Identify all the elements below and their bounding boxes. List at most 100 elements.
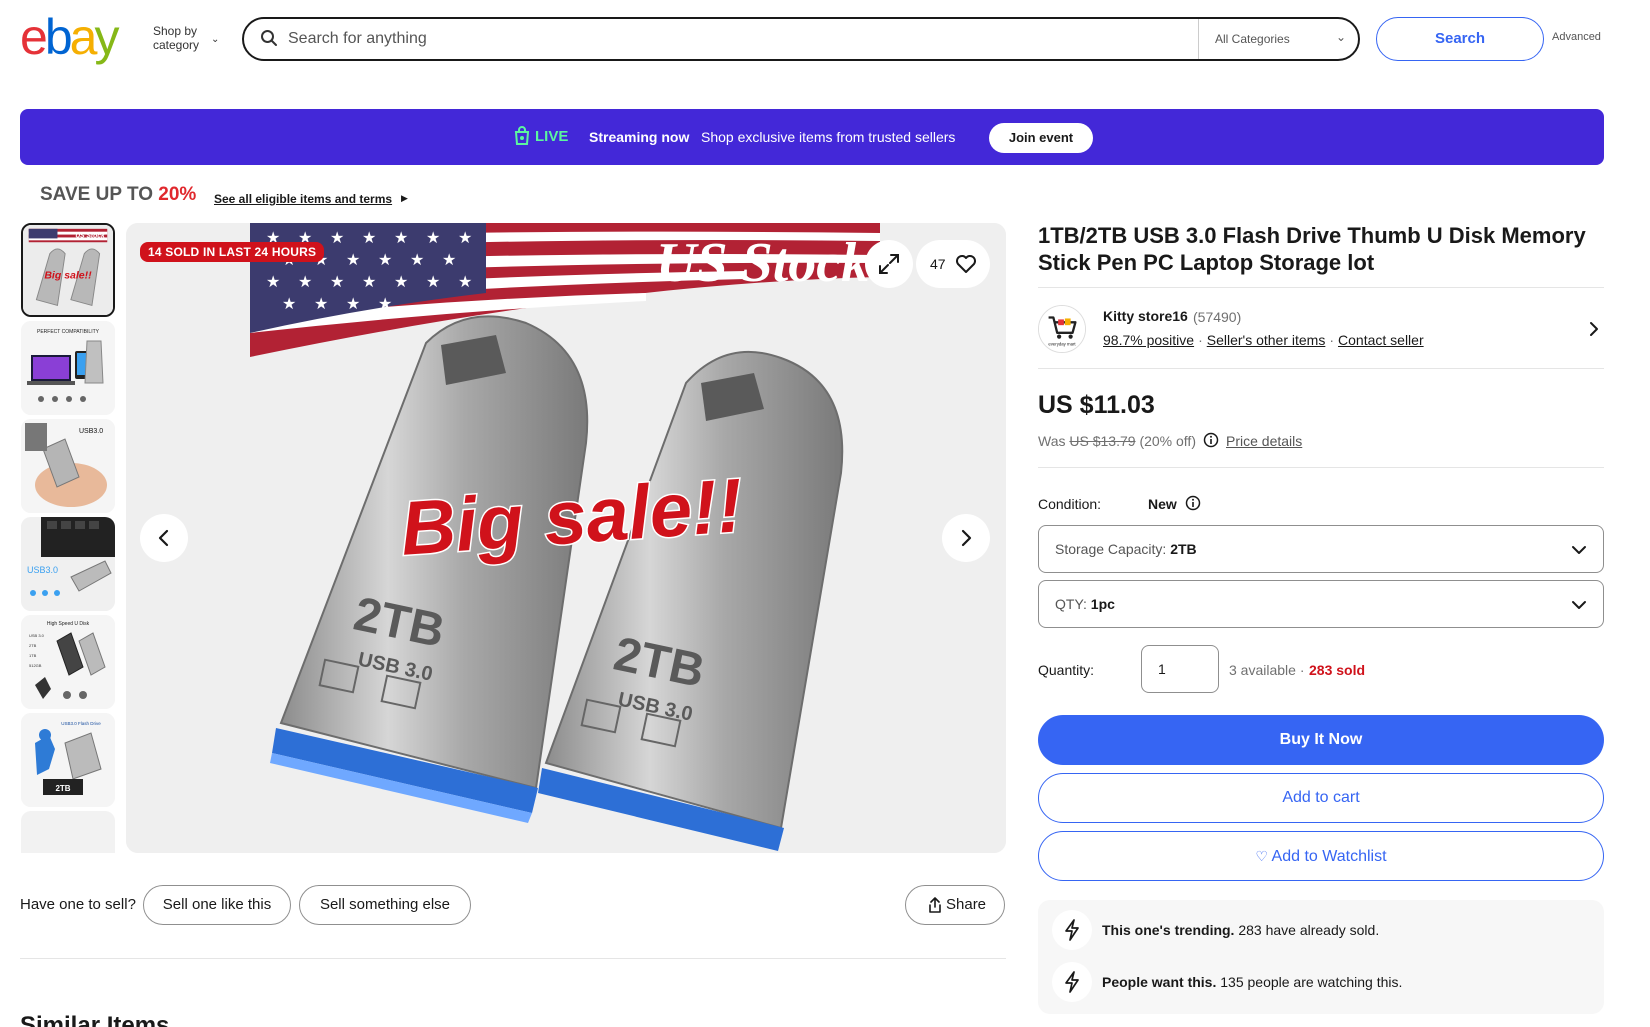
- logo-letter-a: a: [69, 9, 98, 65]
- chevron-right-icon[interactable]: [1588, 320, 1600, 338]
- trend-text: People want this. 135 people are watchin…: [1102, 974, 1402, 990]
- thumbnail-image: High Speed U Disk USB 3.0 2TB 1TB 512GB: [21, 615, 115, 709]
- svg-text:★: ★: [410, 250, 424, 269]
- lightning-bolt-icon: [1052, 910, 1092, 950]
- sellers-other-items-link[interactable]: Seller's other items: [1207, 332, 1326, 348]
- seller-avatar[interactable]: everyday mart: [1038, 305, 1086, 353]
- share-button[interactable]: Share: [905, 885, 1005, 925]
- next-image-button[interactable]: [942, 514, 990, 562]
- svg-text:★: ★: [266, 272, 280, 291]
- search-bar: All Categories ⌄: [242, 17, 1360, 61]
- separator-dot: ·: [1198, 332, 1203, 348]
- svg-text:★: ★: [378, 250, 392, 269]
- thumbnail-1[interactable]: US Stock Big sale!!: [21, 223, 115, 317]
- trend-row: This one's trending. 283 have already so…: [1052, 910, 1592, 950]
- item-price: US $11.03: [1038, 391, 1155, 419]
- thumbnail-6[interactable]: USB3.0 Flash Drive 2TB: [21, 713, 115, 807]
- trending-signals-box: This one's trending. 283 have already so…: [1038, 900, 1604, 1014]
- add-to-watchlist-button[interactable]: ♡ Add to Watchlist: [1038, 831, 1604, 881]
- thumb-heading-text: USB3.0 Flash Drive: [61, 721, 101, 726]
- join-event-button[interactable]: Join event: [989, 123, 1093, 153]
- promo-save-text: SAVE UP TO 20%: [40, 184, 196, 206]
- thumbnail-2[interactable]: PERFECT COMPATIBILITY: [21, 321, 115, 415]
- svg-text:★: ★: [282, 294, 296, 313]
- divider: [1038, 368, 1604, 369]
- expand-image-button[interactable]: [865, 240, 913, 288]
- eligible-items-link[interactable]: See all eligible items and terms: [214, 192, 392, 206]
- previous-image-button[interactable]: [140, 514, 188, 562]
- svg-text:★: ★: [314, 294, 328, 313]
- svg-text:★: ★: [426, 228, 440, 247]
- sell-one-like-this-button[interactable]: Sell one like this: [143, 885, 291, 925]
- main-product-image[interactable]: ★★★★★★★ ★★★★★★ ★★★★★★★ ★★★★ US Stock 2TB…: [126, 223, 1006, 853]
- sell-something-else-button[interactable]: Sell something else: [299, 885, 471, 925]
- thumb-cap-text: 2TB: [55, 784, 70, 793]
- thumb-cap-text: 2TB: [29, 643, 37, 648]
- svg-text:★: ★: [458, 272, 472, 291]
- variation-label: QTY:: [1055, 596, 1087, 612]
- heart-icon: [956, 255, 976, 273]
- quantity-label: Quantity:: [1038, 662, 1095, 678]
- svg-text:★: ★: [458, 228, 472, 247]
- thumbnail-3[interactable]: USB3.0: [21, 419, 115, 513]
- variation-value: 1pc: [1090, 596, 1115, 612]
- chevron-left-icon: [158, 529, 169, 547]
- was-price-line: Was US $13.79 (20% off): [1038, 433, 1196, 449]
- advanced-search-link[interactable]: Advanced: [1552, 31, 1601, 43]
- quantity-input[interactable]: [1141, 645, 1219, 693]
- seller-name-link[interactable]: Kitty store16: [1103, 308, 1188, 324]
- condition-label: Condition:: [1038, 496, 1102, 512]
- thumb-heading-text: PERFECT COMPATIBILITY: [37, 329, 100, 335]
- watch-count-button[interactable]: 47: [916, 240, 990, 288]
- was-price: US $13.79: [1069, 433, 1136, 449]
- trend-bold-text: This one's trending.: [1102, 922, 1235, 938]
- live-event-banner: LIVE Streaming now Shop exclusive items …: [20, 109, 1604, 165]
- add-to-cart-button[interactable]: Add to cart: [1038, 773, 1604, 823]
- shopping-cart-logo-icon: everyday mart: [1039, 306, 1085, 352]
- svg-text:★: ★: [442, 250, 456, 269]
- expand-icon: [879, 254, 899, 274]
- heart-icon: ♡: [1255, 848, 1268, 864]
- price-details-link[interactable]: Price details: [1226, 433, 1302, 449]
- category-select[interactable]: All Categories ⌄: [1198, 19, 1358, 59]
- logo-letter-e: e: [20, 9, 48, 65]
- contact-seller-link[interactable]: Contact seller: [1338, 332, 1424, 348]
- svg-text:★: ★: [346, 294, 360, 313]
- shop-by-category-button[interactable]: Shop by category ⌄: [153, 24, 219, 52]
- category-select-value: All Categories: [1215, 32, 1290, 46]
- qty-variation-select[interactable]: QTY: 1pc: [1038, 580, 1604, 628]
- trend-bold-text: People want this.: [1102, 974, 1217, 990]
- chevron-down-icon: [1572, 546, 1586, 554]
- thumbnail-image: USB3.0: [21, 419, 115, 513]
- ebay-logo[interactable]: ebay: [20, 9, 119, 65]
- search-button[interactable]: Search: [1376, 17, 1544, 61]
- thumb-heading-text: USB3.0: [79, 428, 103, 435]
- streaming-now-label: Streaming now: [589, 129, 690, 145]
- thumb-us-stock-text: US Stock: [75, 232, 105, 239]
- lightning-bolt-icon: [1065, 919, 1079, 941]
- thumb-cap-text: USB 3.0: [29, 633, 45, 638]
- chevron-down-icon: [1572, 601, 1586, 609]
- info-icon[interactable]: [1203, 432, 1219, 448]
- section-divider: [20, 958, 1006, 959]
- divider: [1038, 287, 1604, 288]
- thumbnail-4[interactable]: USB3.0: [21, 517, 115, 611]
- search-input[interactable]: [288, 27, 1188, 51]
- chevron-down-icon: ⌄: [1335, 30, 1346, 44]
- caret-right-icon: ▶: [401, 193, 408, 203]
- thumbnail-image: PERFECT COMPATIBILITY: [21, 321, 115, 415]
- thumbnail-7[interactable]: [21, 811, 115, 853]
- info-icon[interactable]: [1185, 495, 1201, 511]
- sold-in-24-hours-badge: 14 SOLD IN LAST 24 HOURS: [140, 242, 325, 262]
- buy-it-now-button[interactable]: Buy It Now: [1038, 715, 1604, 765]
- separator-dot: ·: [1329, 332, 1335, 348]
- thumbnail-5[interactable]: High Speed U Disk USB 3.0 2TB 1TB 512GB: [21, 615, 115, 709]
- thumbnail-strip: US Stock Big sale!! PERFECT COMPATIBILIT…: [20, 223, 116, 853]
- seller-positive-feedback-link[interactable]: 98.7% positive: [1103, 332, 1194, 348]
- logo-letter-y: y: [94, 9, 119, 65]
- chevron-right-icon: [961, 529, 972, 547]
- storage-capacity-select[interactable]: Storage Capacity: 2TB: [1038, 525, 1604, 573]
- have-one-to-sell-label: Have one to sell?: [20, 896, 136, 913]
- condition-value: New: [1148, 496, 1177, 512]
- trend-detail-text: 135 people are watching this.: [1220, 974, 1403, 990]
